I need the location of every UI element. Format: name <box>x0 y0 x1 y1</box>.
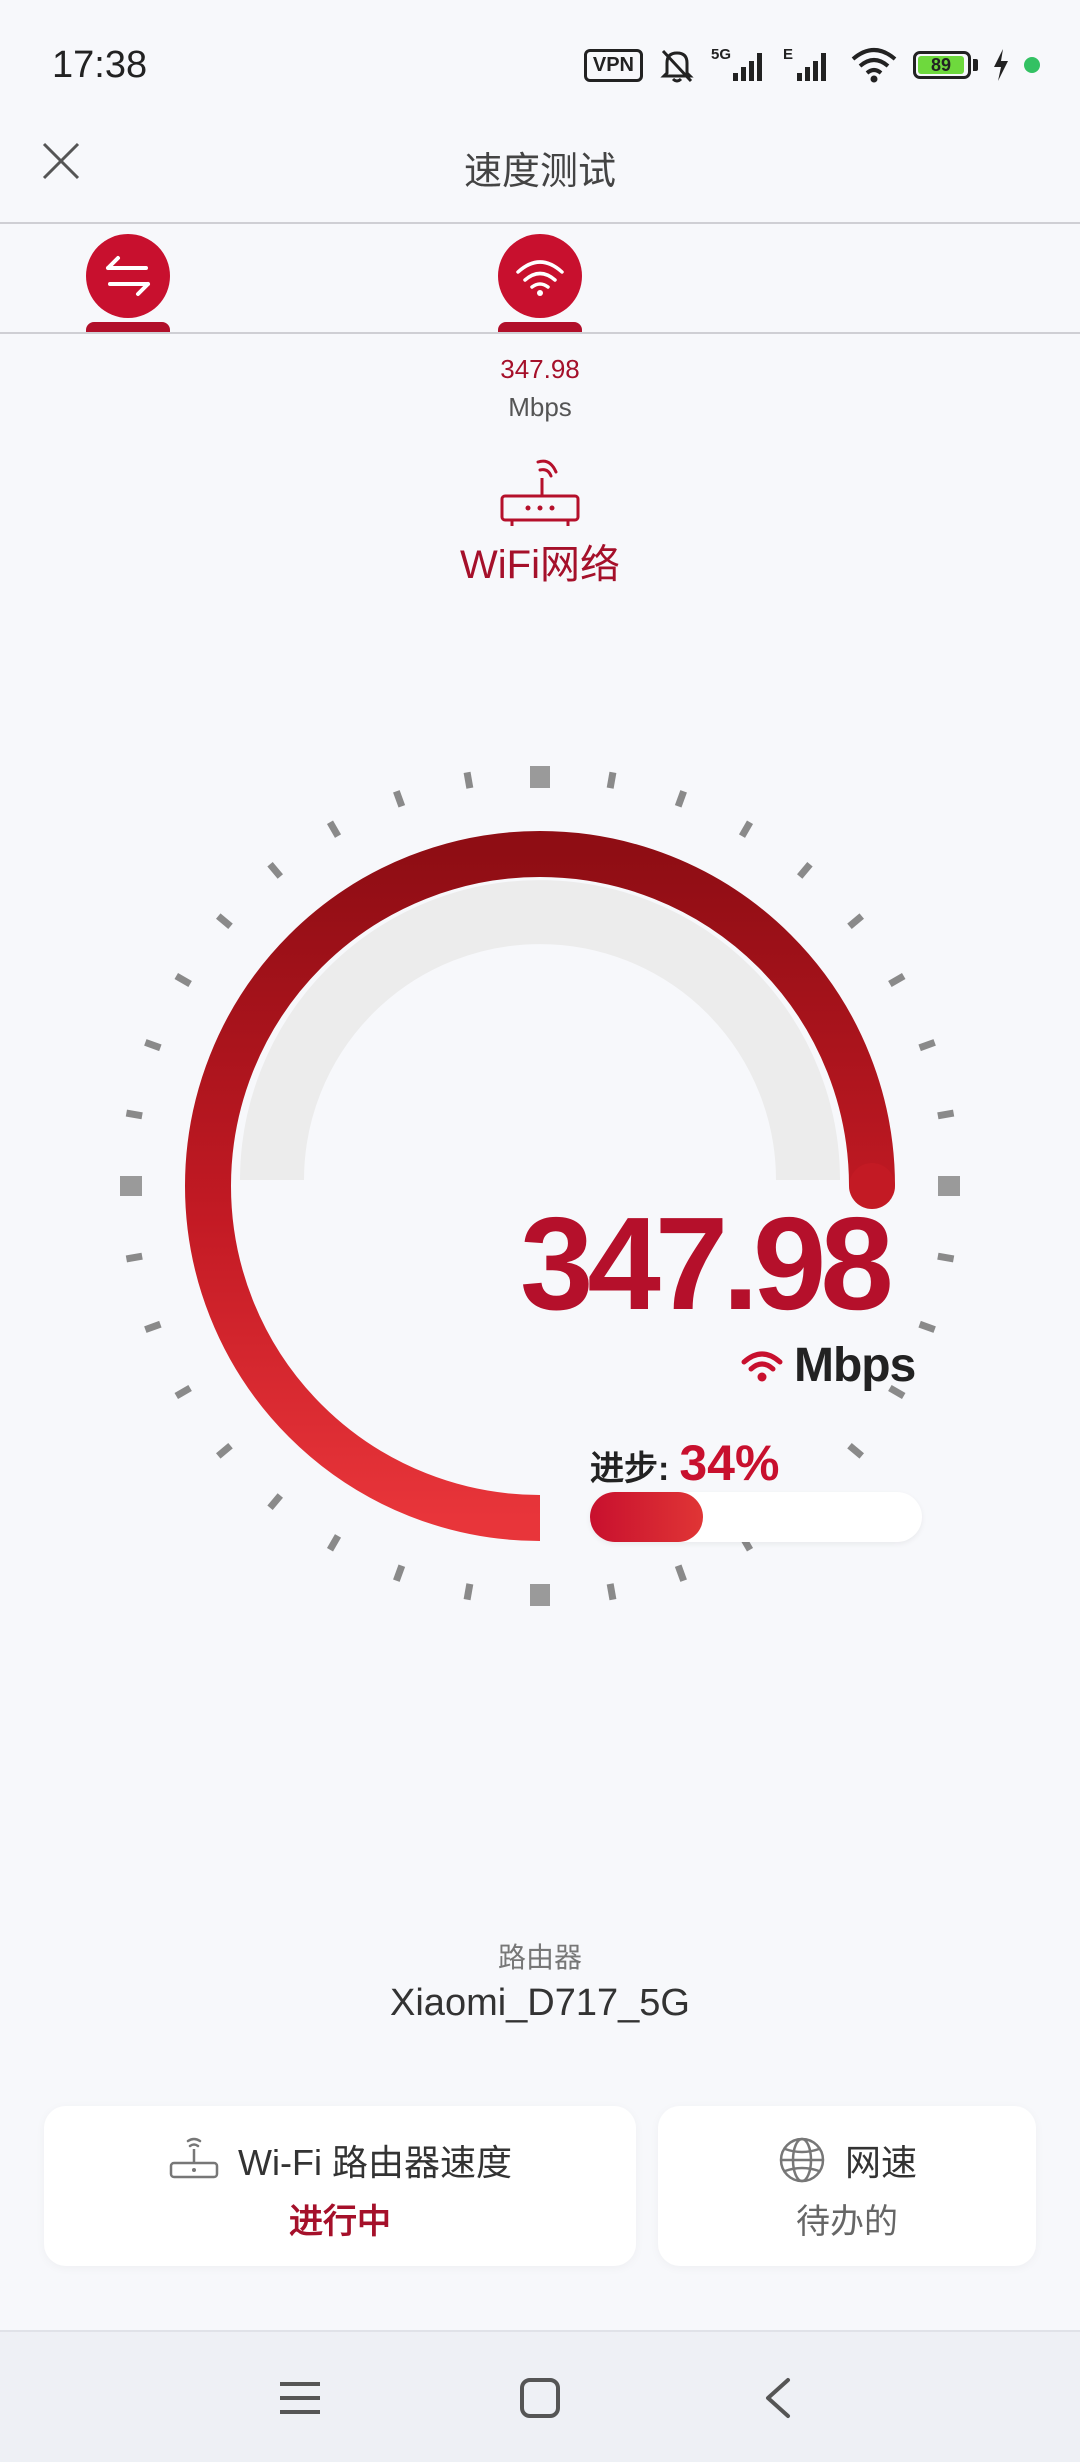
gauge-tick <box>847 913 864 929</box>
gauge-tick <box>393 790 406 808</box>
gauge-track <box>240 880 840 1181</box>
gauge-tick <box>125 1252 143 1263</box>
vpn-icon: VPN <box>583 48 643 82</box>
transfer-arrows-icon <box>106 256 150 296</box>
gauge-tick <box>674 1564 687 1582</box>
step-wifi-indicator <box>498 322 582 332</box>
gauge-tick <box>918 1039 936 1052</box>
router-caption: 路由器 <box>497 1942 582 1973</box>
status-bar: 17:38 VPN 5G E 89 <box>0 0 1080 120</box>
progress-label: 进步: <box>590 1450 670 1488</box>
step-transfer-button[interactable] <box>86 234 170 318</box>
home-icon[interactable] <box>518 2376 562 2420</box>
step-wifi-button[interactable] <box>498 234 582 318</box>
gauge-tick <box>463 1583 474 1601</box>
gauge-tick <box>463 771 474 789</box>
system-nav-bar <box>0 2330 1080 2462</box>
gauge-tick <box>606 771 617 789</box>
test-steps-strip <box>0 224 1080 334</box>
speed-unit: Mbps <box>794 1339 916 1392</box>
gauge-tick <box>738 820 754 838</box>
battery-icon: 89 <box>913 51 978 79</box>
charging-icon <box>994 49 1008 81</box>
step-transfer-indicator <box>86 322 170 332</box>
progress-bar-fill <box>590 1492 703 1542</box>
gauge-tick <box>216 1443 233 1459</box>
gauge-tick <box>797 862 813 879</box>
card-status: 待办的 <box>796 2203 898 2241</box>
gauge-tick <box>267 1493 283 1510</box>
status-time: 17:38 <box>52 44 148 86</box>
privacy-dot-icon <box>1024 57 1040 73</box>
gauge-tick <box>144 1320 162 1333</box>
menu-icon[interactable] <box>278 2378 322 2418</box>
status-icons: VPN 5G E 89 <box>583 40 1040 90</box>
gauge-tick <box>393 1564 406 1582</box>
mute-bell-icon <box>660 49 694 83</box>
network-type-label: WiFi网络 <box>460 543 620 587</box>
gauge-tick <box>174 1384 192 1400</box>
progress-bar <box>590 1492 922 1542</box>
wifi-icon <box>851 48 897 83</box>
gauge-tick <box>606 1583 617 1601</box>
card-status: 进行中 <box>289 2203 391 2241</box>
card-title: 网速 <box>844 2142 917 2183</box>
wifi-router-speed-card[interactable]: Wi-Fi 路由器速度 进行中 <box>44 2106 636 2266</box>
router-icon <box>169 2137 219 2179</box>
wifi-icon <box>516 260 564 296</box>
wifi-icon <box>741 1351 783 1381</box>
router-name: Xiaomi_D717_5G <box>390 1982 690 2024</box>
back-icon[interactable] <box>758 2376 798 2420</box>
signal-e-icon: E <box>783 46 826 81</box>
gauge-tick <box>174 972 192 988</box>
summary-unit: Mbps <box>508 392 572 422</box>
gauge-tick <box>937 1252 955 1263</box>
card-title: Wi-Fi 路由器速度 <box>238 2142 512 2183</box>
signal-5g-icon: 5G <box>711 46 762 81</box>
gauge-tick <box>216 913 233 929</box>
svg-text:5G: 5G <box>711 46 731 63</box>
speed-gauge <box>120 766 960 1606</box>
progress-row: 进步: 34% <box>590 1434 779 1492</box>
page-title: 速度测试 <box>463 151 616 193</box>
gauge-tick <box>674 790 687 808</box>
progress-percent: 34% <box>679 1435 780 1491</box>
gauge-tick <box>847 1443 864 1459</box>
summary-speed: 347.98 <box>500 354 580 384</box>
gauge-tick <box>326 1534 342 1552</box>
internet-speed-card[interactable]: 网速 待办的 <box>658 2106 1036 2266</box>
gauge-tick <box>144 1039 162 1052</box>
gauge-progress-arc <box>185 830 895 1541</box>
gauge-tick <box>125 1109 143 1120</box>
svg-text:E: E <box>783 46 793 63</box>
speed-unit-row: Mbps <box>740 1338 916 1393</box>
gauge-tick <box>888 972 906 988</box>
gauge-tick <box>267 862 283 879</box>
title-bar: 速度测试 <box>0 120 1080 224</box>
battery-level: 89 <box>918 55 964 75</box>
gauge-tick <box>326 820 342 838</box>
router-icon <box>500 459 580 526</box>
gauge-tick <box>937 1109 955 1120</box>
current-speed-value: 347.98 <box>520 1190 894 1337</box>
globe-icon <box>779 2137 825 2183</box>
gauge-tick <box>918 1320 936 1333</box>
